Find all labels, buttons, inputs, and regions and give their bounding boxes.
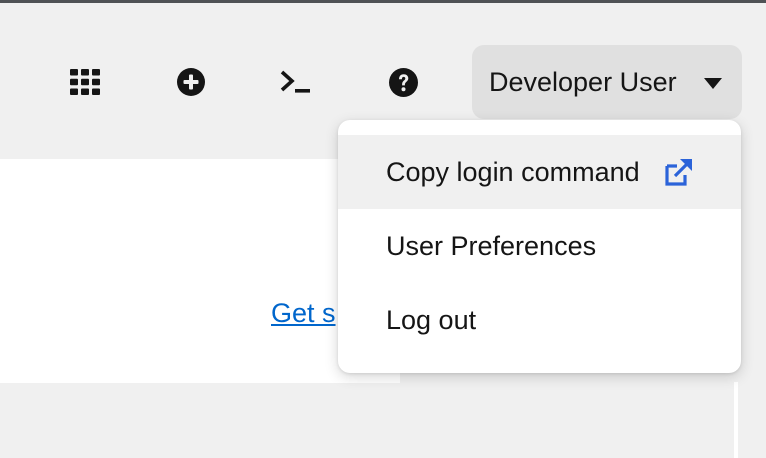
user-dropdown-menu: Copy login command User Preferences Log … — [338, 120, 741, 373]
user-preferences-item[interactable]: User Preferences — [338, 209, 741, 283]
question-circle-icon — [388, 67, 418, 97]
menu-item-label: User Preferences — [386, 230, 597, 261]
grid-icon — [70, 69, 100, 95]
menu-item-label: Copy login command — [386, 156, 640, 187]
menu-item-label: Log out — [386, 304, 477, 335]
terminal-icon — [280, 69, 312, 95]
console-page: Developer User Get s Copy login command … — [0, 0, 766, 458]
user-menu-toggle[interactable]: Developer User — [472, 45, 742, 119]
import-yaml-button[interactable] — [167, 58, 215, 106]
application-launcher-button[interactable] — [61, 58, 109, 106]
help-button[interactable] — [379, 58, 427, 106]
external-link-icon — [664, 159, 694, 194]
log-out-item[interactable]: Log out — [338, 283, 741, 357]
plus-circle-icon — [177, 68, 205, 96]
copy-login-command-item[interactable]: Copy login command — [338, 135, 741, 209]
caret-down-icon — [704, 76, 722, 94]
get-started-link[interactable]: Get s — [271, 298, 336, 329]
user-name-label: Developer User — [489, 66, 677, 97]
masthead-top-border — [0, 0, 766, 3]
web-terminal-button[interactable] — [272, 58, 320, 106]
panel-edge — [734, 382, 738, 458]
